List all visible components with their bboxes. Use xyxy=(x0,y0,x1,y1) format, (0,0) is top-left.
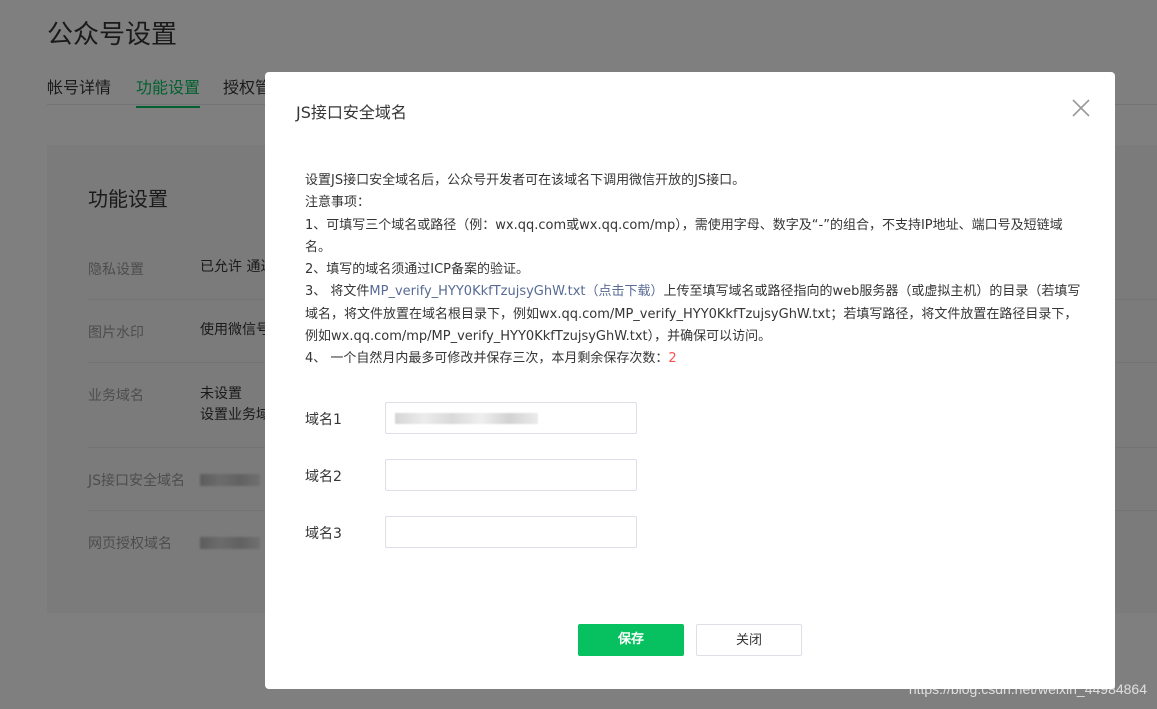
watermark-text: https://blog.csdn.net/weixin_44984864 xyxy=(908,681,1147,697)
domain-label-3: 域名3 xyxy=(305,526,342,542)
verify-file-download-link[interactable]: MP_verify_HYY0KkfTzujsyGhW.txt（点击下载） xyxy=(369,284,663,299)
domain-input-2[interactable] xyxy=(385,459,637,491)
redacted-input-value xyxy=(395,413,538,424)
notice-heading: 注意事项： xyxy=(305,195,371,211)
close-icon[interactable] xyxy=(1069,96,1093,120)
domain-input-1[interactable] xyxy=(385,402,637,434)
intro-text: 设置JS接口安全域名后，公众号开发者可在该域名下调用微信开放的JS接口。 xyxy=(305,173,746,188)
save-button[interactable]: 保存 xyxy=(578,624,684,656)
item4-prefix: 4、 一个自然月内最多可修改并保存三次，本月剩余保存次数： xyxy=(305,351,669,367)
domain-label-1: 域名1 xyxy=(305,412,342,428)
js-domain-dialog: JS接口安全域名 设置JS接口安全域名后，公众号开发者可在该域名下调用微信开放的… xyxy=(265,72,1115,689)
domain-input-3[interactable] xyxy=(385,516,637,548)
notice-item-2: 2、填写的域名须通过ICP备案的验证。 xyxy=(305,262,530,278)
domain-label-2: 域名2 xyxy=(305,469,342,485)
close-button[interactable]: 关闭 xyxy=(696,624,802,656)
notice-item-1: 1、可填写三个域名或路径（例：wx.qq.com或wx.qq.com/mp），需… xyxy=(305,217,1063,255)
dialog-description: 设置JS接口安全域名后，公众号开发者可在该域名下调用微信开放的JS接口。 注意事… xyxy=(305,170,1085,371)
dialog-title: JS接口安全域名 xyxy=(296,103,407,122)
remaining-save-count: 2 xyxy=(668,351,677,367)
notice-item-4: 4、 一个自然月内最多可修改并保存三次，本月剩余保存次数：2 xyxy=(305,348,1085,370)
item3-prefix: 3、 将文件 xyxy=(305,284,370,300)
notice-item-3: 3、 将文件MP_verify_HYY0KkfTzujsyGhW.txt（点击下… xyxy=(305,281,1085,348)
